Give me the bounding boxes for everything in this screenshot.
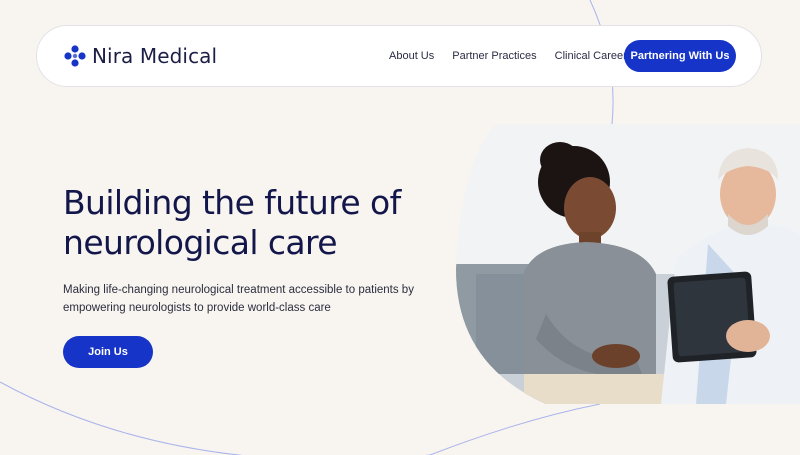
primary-nav: About Us Partner Practices Clinical Care…: [389, 26, 650, 86]
plus-cross-logo-icon: [64, 45, 86, 67]
top-navbar: Nira Medical About Us Partner Practices …: [36, 25, 762, 87]
hero-subtitle-line-2: empowering neurologists to provide world…: [63, 302, 331, 314]
brand-name: Nira Medical: [92, 44, 218, 68]
nav-link-partner-practices[interactable]: Partner Practices: [452, 50, 536, 62]
patient-doctor-photo: [456, 124, 800, 404]
nav-link-about-us[interactable]: About Us: [389, 50, 434, 62]
hero-title: Building the future of neurological care: [63, 183, 443, 263]
hero-subtitle: Making life-changing neurological treatm…: [63, 281, 423, 317]
hero-title-line-2: neurological care: [63, 223, 338, 262]
partnering-with-us-button[interactable]: Partnering With Us: [624, 40, 736, 72]
brand-home-link[interactable]: Nira Medical: [64, 44, 217, 68]
hero-title-line-1: Building the future of: [63, 183, 401, 222]
join-us-button[interactable]: Join Us: [63, 336, 153, 368]
nav-link-clinical-careers[interactable]: Clinical Careers: [555, 50, 633, 62]
hero-subtitle-line-1: Making life-changing neurological treatm…: [63, 284, 414, 296]
